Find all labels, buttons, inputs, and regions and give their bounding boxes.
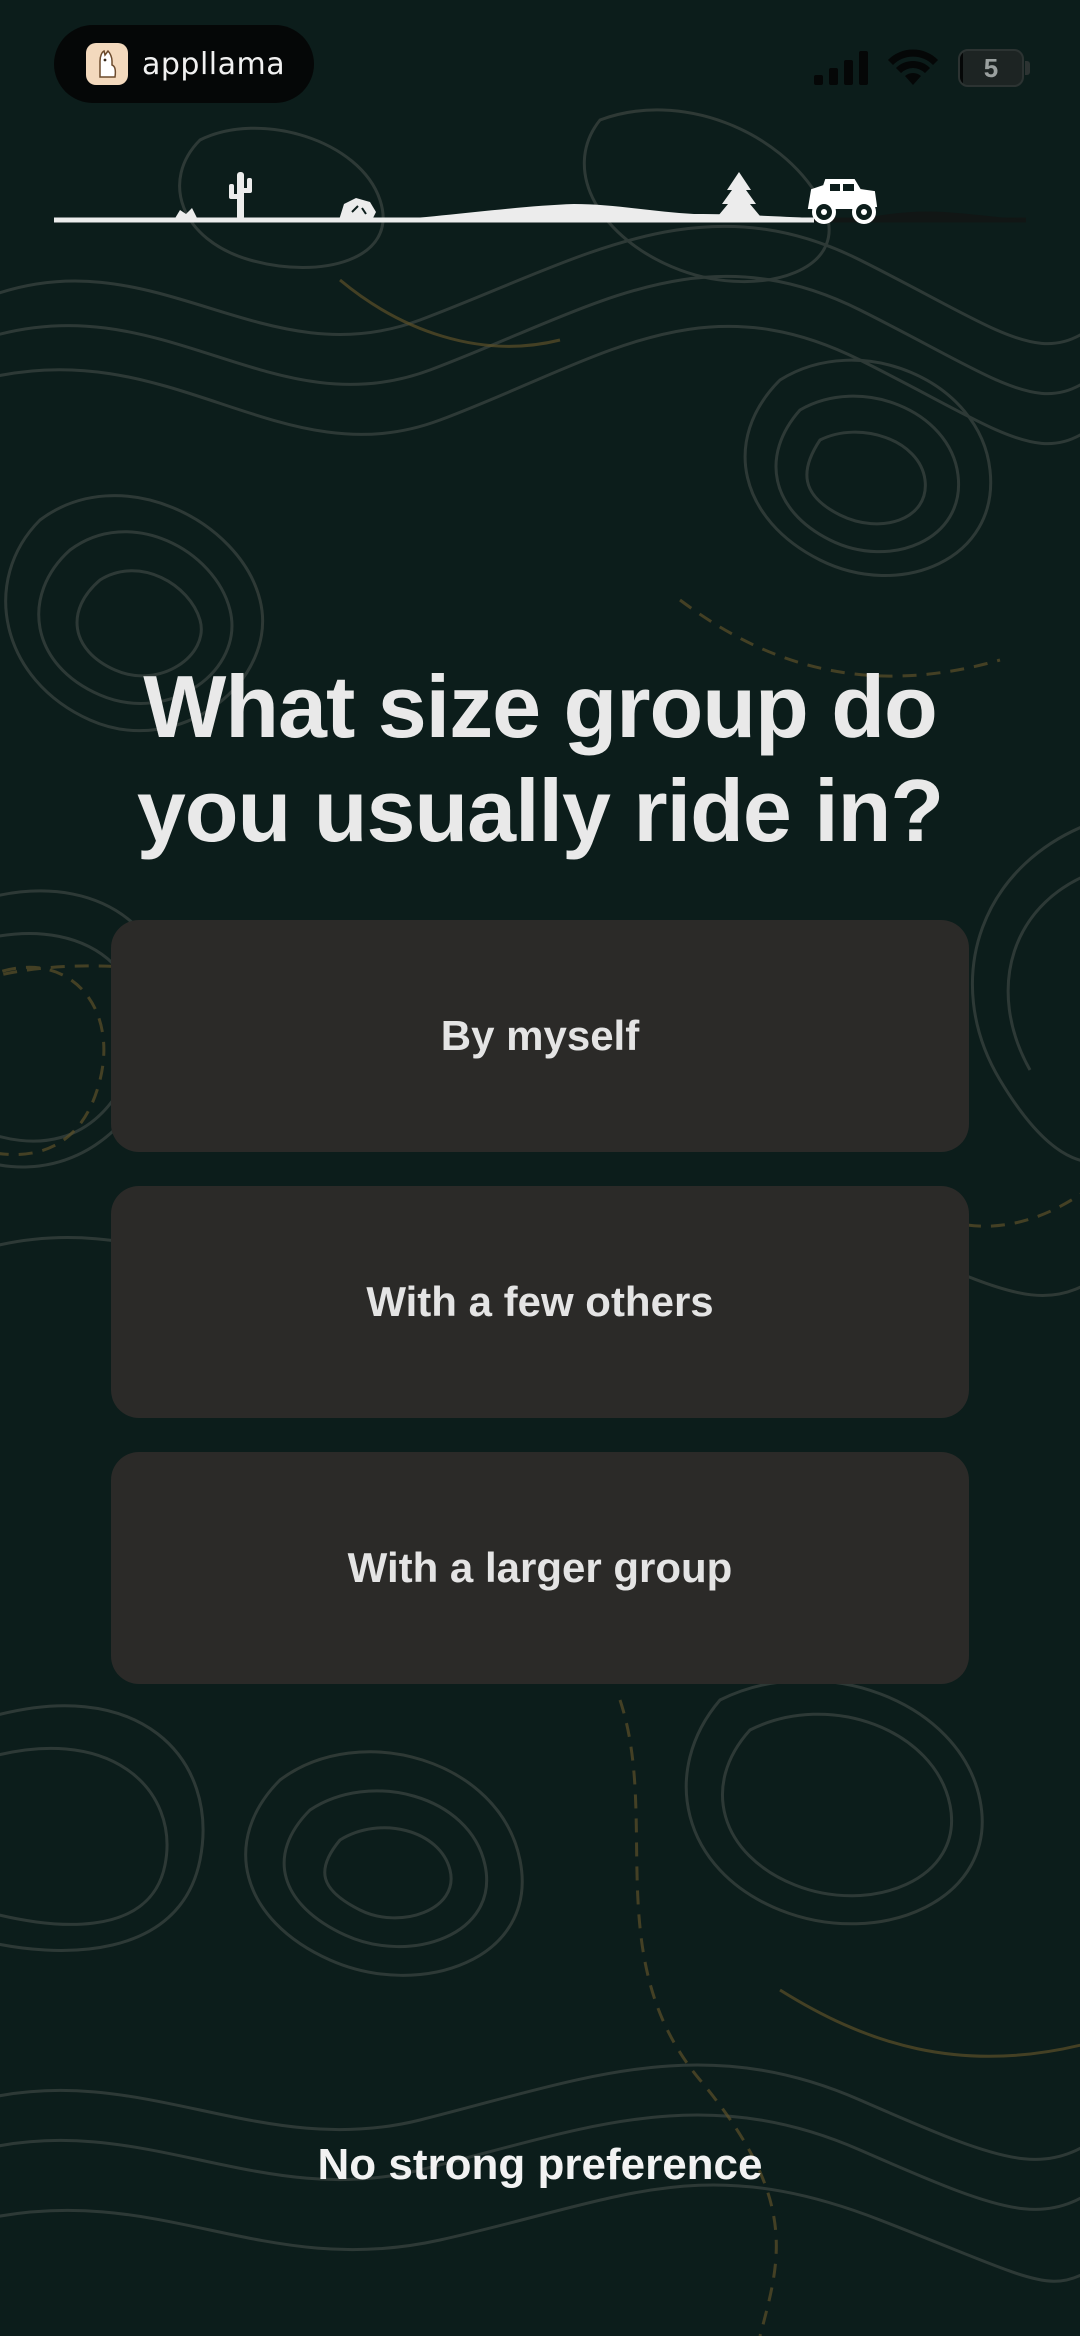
pine-tree-icon	[718, 172, 760, 220]
topographic-background	[0, 108, 1080, 2336]
rock-icon	[339, 198, 376, 220]
option-few-others-button[interactable]: With a few others	[111, 1186, 969, 1418]
app-name: appllama	[142, 46, 286, 82]
wifi-icon	[888, 49, 938, 85]
status-bar: appllama 5	[0, 0, 1080, 130]
cellular-signal-icon	[814, 51, 868, 85]
battery-indicator: 5	[958, 49, 1030, 87]
no-preference-button[interactable]: No strong preference	[0, 2140, 1080, 2190]
system-status-icons: 5	[814, 46, 1030, 90]
hill-terrain-dark	[854, 211, 1026, 220]
battery-percentage: 5	[983, 53, 999, 83]
app-indicator-pill[interactable]: appllama	[54, 25, 314, 103]
option-larger-group-button[interactable]: With a larger group	[111, 1452, 969, 1684]
onboarding-screen: appllama 5 What size group do you usuall…	[0, 0, 1080, 2336]
jeep-icon	[807, 179, 878, 224]
llama-icon	[86, 43, 128, 85]
progress-trail	[54, 172, 1026, 224]
cactus-icon	[174, 172, 252, 220]
option-by-myself-button[interactable]: By myself	[111, 920, 969, 1152]
question-title: What size group do you usually ride in?	[136, 657, 944, 860]
